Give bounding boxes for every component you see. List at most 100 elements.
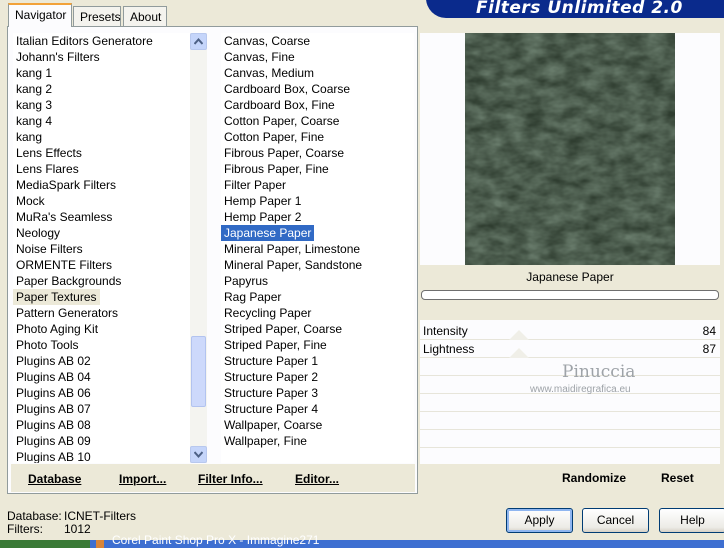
filter-item[interactable]: Mineral Paper, Sandstone [221,257,365,273]
scroll-up-button[interactable] [190,33,207,50]
cancel-button[interactable]: Cancel [582,508,649,533]
apply-button[interactable]: Apply [506,508,573,533]
category-item[interactable]: Plugins AB 07 [13,401,94,417]
filter-item[interactable]: Japanese Paper [221,225,315,241]
filter-item[interactable]: Cotton Paper, Coarse [221,113,342,129]
filter-info-button[interactable]: Filter Info... [198,470,263,488]
filter-item[interactable]: Striped Paper, Coarse [221,321,345,337]
category-item[interactable]: MediaSpark Filters [13,177,119,193]
category-item[interactable]: Paper Textures [13,289,100,305]
database-button[interactable]: Database [28,470,81,488]
taskbar: Corel Paint Shop Pro X - Immagine271 [0,534,724,548]
category-item[interactable]: kang 4 [13,113,55,129]
tab-navigator[interactable]: Navigator [8,3,72,27]
category-item[interactable]: Johann's Filters [13,49,103,65]
category-item[interactable]: Plugins AB 02 [13,353,94,369]
filter-item[interactable]: Canvas, Medium [221,65,317,81]
reset-button[interactable]: Reset [661,471,694,485]
intensity-label: Intensity [423,324,468,338]
filter-item[interactable]: Structure Paper 2 [221,369,321,385]
editor-button[interactable]: Editor... [295,470,339,488]
filter-item[interactable]: Mineral Paper, Limestone [221,241,363,257]
filter-item[interactable]: Structure Paper 1 [221,353,321,369]
intensity-slider[interactable]: Intensity 84 [420,322,720,340]
category-item[interactable]: Plugins AB 08 [13,417,94,433]
filter-item[interactable]: Fibrous Paper, Fine [221,161,332,177]
taskbar-start-area [0,540,90,548]
app-icon [96,540,104,548]
filter-item[interactable]: Striped Paper, Fine [221,337,330,353]
empty-control-row [420,430,720,448]
category-scrollbar[interactable] [190,33,207,463]
category-item[interactable]: Plugins AB 09 [13,433,94,449]
intensity-thumb[interactable] [509,330,529,340]
filter-list[interactable]: Canvas, Coarse Canvas, Fine Canvas, Medium… [221,33,414,463]
intensity-value: 84 [702,324,716,338]
category-item[interactable]: Photo Tools [13,337,82,353]
app-title: Filters Unlimited 2.0 [476,0,683,18]
filter-item[interactable]: Structure Paper 4 [221,401,321,417]
category-item[interactable]: kang 2 [13,81,55,97]
empty-control-row [420,394,720,412]
filter-item[interactable]: Hemp Paper 2 [221,209,304,225]
filter-item[interactable]: Canvas, Coarse [221,33,313,49]
category-item[interactable]: Pattern Generators [13,305,121,321]
filter-item[interactable]: Filter Paper [221,177,289,193]
tab-presets[interactable]: Presets [73,6,121,26]
watermark-name: Pinuccia [562,362,636,382]
category-item[interactable]: Neology [13,225,63,241]
filter-item[interactable]: Cardboard Box, Coarse [221,81,353,97]
database-status-value: ICNET-Filters [64,509,136,523]
scroll-thumb[interactable] [191,336,206,407]
category-item[interactable]: Mock [13,193,48,209]
category-item[interactable]: kang 1 [13,65,55,81]
category-item[interactable]: kang 3 [13,97,55,113]
tab-label: Navigator [15,8,67,22]
help-button[interactable]: Help [659,508,724,533]
category-item[interactable]: Lens Effects [13,145,85,161]
chevron-down-icon [194,451,203,458]
category-list[interactable]: Italian Editors Generatore Johann's Filte… [13,33,190,463]
filter-title-bar: Japanese Paper [420,266,720,288]
lightness-slider[interactable]: Lightness 87 [420,340,720,358]
tab-label: About [130,10,162,24]
taskbar-item-label[interactable]: Corel Paint Shop Pro X - Immagine271 [112,534,319,546]
category-item[interactable]: Paper Backgrounds [13,273,124,289]
filter-item[interactable]: Structure Paper 3 [221,385,321,401]
filter-item[interactable]: Rag Paper [221,289,284,305]
category-item[interactable]: kang [13,129,45,145]
tab-label: Presets [80,10,121,24]
filter-item[interactable]: Wallpaper, Fine [221,433,310,449]
category-item[interactable]: ORMENTE Filters [13,257,115,273]
filters-count-label: Filters: [7,522,43,536]
category-item[interactable]: Italian Editors Generatore [13,33,156,49]
filter-item[interactable]: Cotton Paper, Fine [221,129,327,145]
database-status-label: Database: [7,509,62,523]
category-item[interactable]: Lens Flares [13,161,82,177]
import-button[interactable]: Import... [119,470,166,488]
lightness-thumb[interactable] [509,348,529,358]
category-item[interactable]: Photo Aging Kit [13,321,101,337]
filter-item[interactable]: Cardboard Box, Fine [221,97,338,113]
filter-item[interactable]: Canvas, Fine [221,49,298,65]
filter-item[interactable]: Recycling Paper [221,305,314,321]
category-item[interactable]: Noise Filters [13,241,86,257]
tab-about[interactable]: About [123,6,167,26]
filter-item[interactable]: Hemp Paper 1 [221,193,304,209]
category-item[interactable]: Plugins AB 06 [13,385,94,401]
empty-control-row [420,412,720,430]
lightness-label: Lightness [423,342,475,356]
chevron-up-icon [194,38,203,45]
filter-item[interactable]: Fibrous Paper, Coarse [221,145,347,161]
category-item[interactable]: Plugins AB 04 [13,369,94,385]
randomize-button[interactable]: Randomize [562,471,626,485]
lightness-value: 87 [702,342,716,356]
filter-item[interactable]: Wallpaper, Coarse [221,417,325,433]
filter-item[interactable]: Papyrus [221,273,271,289]
category-item[interactable]: MuRa's Seamless [13,209,115,225]
watermark-url: www.maidiregrafica.eu [530,384,631,395]
progress-bar [421,290,719,300]
category-item[interactable]: Plugins AB 10 [13,449,94,463]
scroll-down-button[interactable] [190,446,207,463]
preview-image [465,33,675,265]
